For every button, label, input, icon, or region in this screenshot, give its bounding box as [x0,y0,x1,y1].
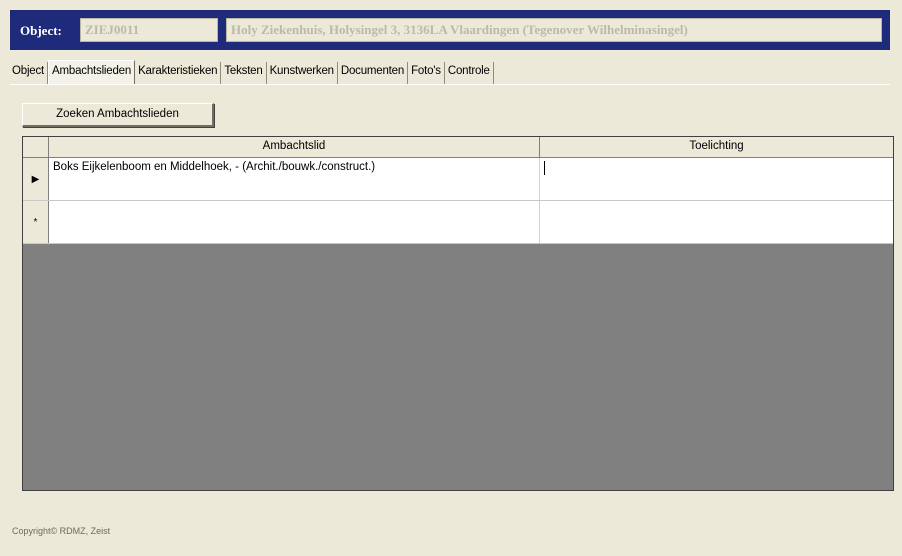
tab-documenten[interactable]: Documenten [338,62,409,84]
tab-bar: Object Ambachtslieden Karakteristieken T… [10,60,494,84]
table-row-new: * [23,201,893,244]
grid-header-row: Ambachtslid Toelichting [23,137,893,158]
tab-ambachtslieden[interactable]: Ambachtslieden [48,60,136,84]
tab-label: Ambachtslieden [52,65,132,77]
object-header: Object: ZIEJ0011 Holy Ziekenhuis, Holysi… [10,10,890,50]
search-ambachtslieden-button[interactable]: Zoeken Ambachtslieden [22,103,214,127]
text-cursor [544,161,545,175]
cell-ambachtslid[interactable] [49,201,540,243]
ambachtslieden-grid: Ambachtslid Toelichting ▶ Boks Eijkelenb… [22,136,894,491]
column-header-ambachtslid[interactable]: Ambachtslid [49,137,540,157]
cell-toelichting[interactable] [540,158,893,200]
cell-ambachtslid[interactable]: Boks Eijkelenboom en Middelhoek, - (Arch… [49,158,540,200]
tab-label: Foto's [411,65,441,77]
tab-divider [10,84,890,85]
copyright-text: Copyright© RDMZ, Zeist [12,526,111,536]
object-label: Object: [20,23,62,38]
header-selector-cell[interactable] [23,137,49,157]
tab-fotos[interactable]: Foto's [408,62,445,84]
tab-object[interactable]: Object [10,62,49,84]
record-selector-current[interactable]: ▶ [23,158,49,200]
tab-controle[interactable]: Controle [445,62,494,84]
tab-label: Kunstwerken [269,65,334,77]
object-description-field[interactable]: Holy Ziekenhuis, Holysingel 3, 3136LA Vl… [226,18,882,42]
tab-teksten[interactable]: Teksten [221,62,267,84]
tab-label: Karakteristieken [138,65,218,77]
tab-label: Object [12,65,45,77]
tab-label: Teksten [224,65,263,77]
tab-label: Documenten [340,65,405,77]
record-selector-new[interactable]: * [23,201,49,243]
tab-karakteristieken[interactable]: Karakteristieken [135,62,222,84]
table-row: ▶ Boks Eijkelenboom en Middelhoek, - (Ar… [23,158,893,201]
tab-kunstwerken[interactable]: Kunstwerken [267,62,338,84]
cell-toelichting[interactable] [540,201,893,243]
tab-label: Controle [447,65,490,77]
object-id-field[interactable]: ZIEJ0011 [80,18,218,42]
column-header-toelichting[interactable]: Toelichting [540,137,893,157]
